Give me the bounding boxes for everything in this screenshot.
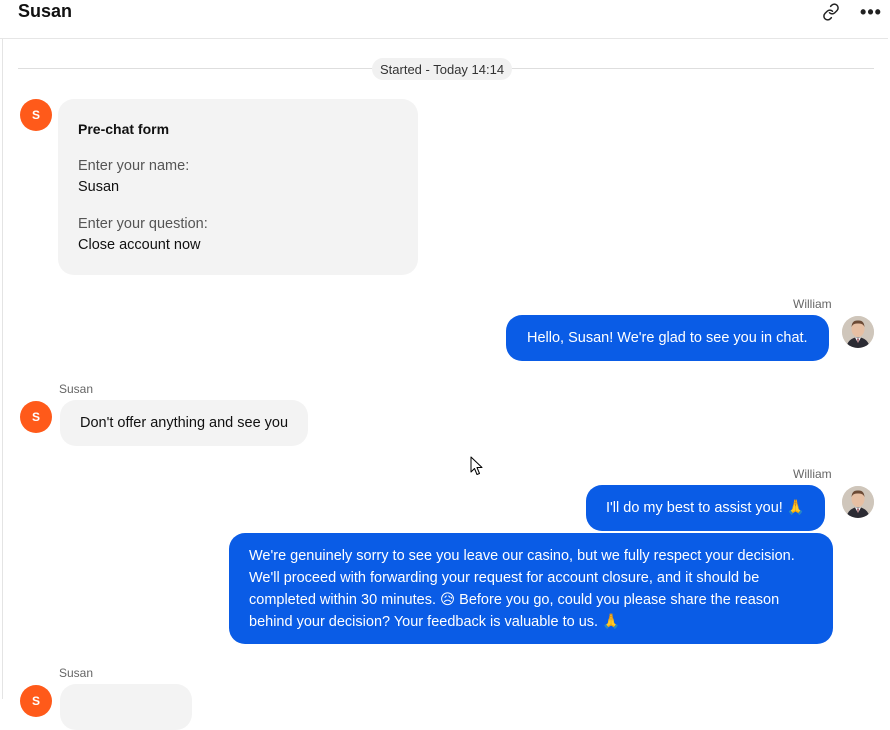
prechat-question-value: Close account now [78,237,201,253]
visitor-avatar: S [20,401,52,433]
visitor-message [60,684,192,730]
mouse-cursor-icon [470,456,483,475]
sender-name: William [793,297,832,311]
visitor-message: Don't offer anything and see you [60,400,309,446]
prechat-name-value: Susan [78,179,120,195]
prechat-form-title: Pre-chat form [78,121,170,137]
more-icon[interactable]: ••• [860,2,881,22]
prechat-form-card: Pre-chat form Enter your name: Susan Ent… [58,99,418,275]
visitor-avatar: S [20,685,52,717]
chat-started-label: Started - Today 14:14 [372,58,513,80]
agent-message: We're genuinely sorry to see you leave o… [229,533,833,644]
agent-avatar [842,486,874,518]
sender-name: Susan [59,382,94,396]
chat-title: Susan [18,1,73,21]
visitor-avatar: S [20,99,52,131]
sender-name: William [793,467,832,481]
sender-name: Susan [59,666,94,680]
link-icon[interactable] [821,2,841,22]
chat-header: Susan ••• [0,0,888,39]
prechat-question-label: Enter your question: [78,216,208,232]
prechat-name-label: Enter your name: [78,158,190,174]
agent-message: Hello, Susan! We're glad to see you in c… [506,315,829,361]
agent-avatar [842,316,874,348]
agent-message: I'll do my best to assist you! 🙏 [586,485,825,531]
